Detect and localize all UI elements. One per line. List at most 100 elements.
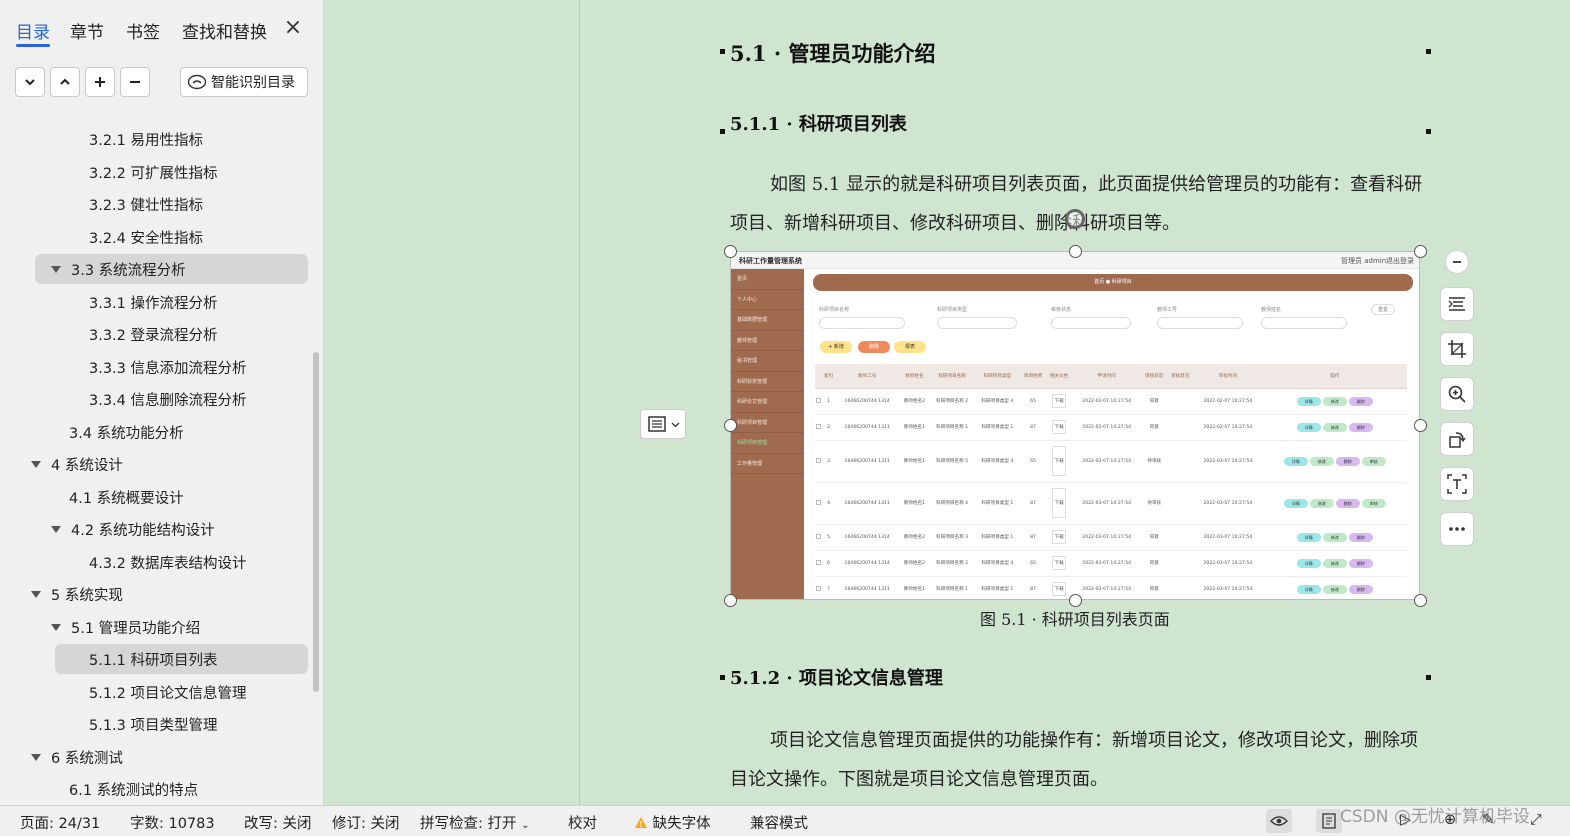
toc-item-5-1-2[interactable]: 5.1.2 项目论文信息管理 — [89, 677, 247, 707]
shot-table-cell: 87 — [1020, 524, 1047, 551]
nav-tabs: 目录 章节 书签 查找和替换 × — [0, 0, 324, 56]
toc-item-3-2-1[interactable]: 3.2.1 易用性指标 — [89, 124, 203, 154]
zoom-button[interactable] — [1440, 377, 1474, 411]
wrap-text-button[interactable] — [1440, 287, 1474, 321]
toc-label: 4 系统设计 — [51, 457, 123, 474]
shot-table-cell: 科研项目类型 4 — [974, 440, 1021, 483]
resize-handle[interactable] — [724, 245, 737, 258]
heading-bullet-mark — [720, 49, 725, 54]
toc-label: 5.1.1 科研项目列表 — [89, 652, 218, 669]
expand-caret-icon[interactable] — [31, 753, 41, 761]
toc-scrollbar[interactable] — [313, 352, 319, 692]
toc-item-4-2[interactable]: 4.2 系统功能结构设计 — [51, 514, 215, 544]
toc-label: 3.4 系统功能分析 — [69, 425, 184, 442]
resize-handle[interactable] — [1414, 419, 1427, 432]
resize-handle[interactable] — [1069, 245, 1082, 258]
figure-caption[interactable]: 图 5.1 · 科研项目列表页面 — [980, 606, 1170, 630]
toc-item-6[interactable]: 6 系统测试 — [31, 742, 123, 772]
shot-table-row: 1 16466200744 1314 教师姓名2 科研项目名称 2 科研项目类型 4 65… — [815, 388, 1407, 415]
toc-item-3-3-1[interactable]: 3.3.1 操作流程分析 — [89, 287, 218, 317]
toc-label: 3.2.3 健壮性指标 — [89, 197, 204, 214]
shot-filter-input — [1261, 317, 1347, 329]
paragraph-5-1-2[interactable]: 项目论文信息管理页面提供的功能操作有：新增项目论文，修改项目论文，删除项目论文操… — [730, 721, 1430, 799]
shot-table-cell: 教师姓名1 — [899, 482, 930, 525]
toc-item-4-1[interactable]: 4.1 系统概要设计 — [69, 482, 184, 512]
heading-5-1-1[interactable]: 5.1.1 · 科研项目列表 — [730, 110, 907, 136]
extract-text-button[interactable] — [1440, 467, 1474, 501]
page-count[interactable]: 页面: 24/31 — [20, 812, 100, 833]
paragraph-5-1-1[interactable]: 如图 5.1 显示的就是科研项目列表页面，此页面提供给管理员的功能有：查看科研项… — [730, 165, 1430, 243]
shot-table-cell: 科研项目类型 4 — [974, 550, 1021, 577]
shot-op-button: 审核 — [1361, 456, 1386, 466]
shot-table-cell: 1 — [822, 388, 836, 415]
toc-item-3-3-3[interactable]: 3.3.3 信息添加流程分析 — [89, 352, 247, 382]
embedded-screenshot[interactable]: 科研工作量管理系统 管理员 admin 退出登录 首页 个人中心 基础数据管理 … — [730, 251, 1420, 600]
expand-caret-icon[interactable] — [51, 623, 61, 631]
proofread-button[interactable]: 校对 — [568, 812, 597, 833]
overwrite-mode[interactable]: 改写: 关闭 — [244, 812, 312, 833]
expand-caret-icon[interactable] — [31, 590, 41, 598]
tab-find-replace[interactable]: 查找和替换 — [182, 18, 267, 43]
close-icon[interactable]: × — [282, 17, 304, 39]
toc-item-3-3-2[interactable]: 3.3.2 登录流程分析 — [89, 319, 218, 349]
shot-table-cell: 16466200744 1314 — [835, 388, 900, 415]
toc-item-4[interactable]: 4 系统设计 — [31, 449, 123, 479]
expand-caret-icon[interactable] — [51, 525, 61, 533]
resize-handle[interactable] — [1414, 245, 1427, 258]
heading-5-1-2[interactable]: 5.1.2 · 项目论文信息管理 — [730, 664, 943, 690]
shot-table-cell: 科研项目类型 1 — [974, 414, 1021, 441]
resize-handle[interactable] — [724, 594, 737, 607]
toc-item-3-3[interactable]: 3.3 系统流程分析 — [35, 254, 308, 284]
shot-table-cell: 65 — [1020, 550, 1047, 577]
expand-caret-icon[interactable] — [51, 265, 61, 273]
toc-item-3-2-3[interactable]: 3.2.3 健壮性指标 — [89, 189, 203, 219]
remove-heading-button[interactable] — [120, 67, 150, 97]
shot-menu-item: 科研项目管理 — [731, 413, 804, 433]
compat-mode[interactable]: 兼容模式 — [750, 812, 808, 833]
expand-button[interactable] — [50, 67, 80, 97]
smart-toc-button[interactable]: 智能识别目录 — [180, 67, 308, 97]
rotate-handle-icon[interactable] — [1065, 209, 1085, 229]
crop-button[interactable] — [1440, 332, 1474, 366]
tab-toc[interactable]: 目录 — [16, 18, 50, 43]
shot-table-cell: 87 — [1020, 576, 1047, 599]
toc-item-3-4[interactable]: 3.4 系统功能分析 — [69, 417, 184, 447]
toc-item-5-1-1[interactable]: 5.1.1 科研项目列表 — [55, 644, 308, 674]
page-view-button[interactable] — [1316, 809, 1342, 833]
missing-font-button[interactable]: 缺失字体 — [634, 812, 711, 833]
tab-chapters[interactable]: 章节 — [70, 18, 104, 43]
eye-protection-button[interactable] — [1266, 809, 1292, 833]
watermark: CSDN @无忧计算机毕设 — [1340, 807, 1530, 827]
resize-handle[interactable] — [1414, 594, 1427, 607]
shot-table-cell: 同意 — [1141, 576, 1168, 599]
shot-table-cell: 2022-03-07 10:27:54 — [1193, 440, 1263, 483]
collapse-toolbar-button[interactable] — [1445, 250, 1469, 274]
shot-table-cell: 65 — [1020, 440, 1047, 483]
expand-caret-icon[interactable] — [31, 460, 41, 468]
toc-item-4-3-2[interactable]: 4.3.2 数据库表结构设计 — [89, 547, 247, 577]
toc-item-5-1[interactable]: 5.1 管理员功能介绍 — [51, 612, 200, 642]
toc-item-5-1-3[interactable]: 5.1.3 项目类型管理 — [89, 709, 218, 739]
tab-bookmarks[interactable]: 书签 — [126, 18, 160, 43]
toc-item-5[interactable]: 5 系统实现 — [31, 579, 123, 609]
more-options-button[interactable] — [1440, 512, 1474, 546]
chevron-down-icon — [25, 79, 35, 86]
toc-label: 3.3.3 信息添加流程分析 — [89, 360, 247, 377]
rotate-button[interactable] — [1440, 422, 1474, 456]
toc-item-3-2-2[interactable]: 3.2.2 可扩展性指标 — [89, 157, 218, 187]
spell-check-status[interactable]: 拼写检查: 打开 ⌄ — [420, 812, 530, 833]
shot-table-cell: 同意 — [1141, 388, 1168, 415]
shot-col-header: 审核时间 — [1193, 364, 1263, 389]
shot-table-cell: 教师姓名1 — [899, 576, 930, 599]
fullscreen-icon[interactable]: ⤢ — [1530, 812, 1542, 828]
add-heading-button[interactable] — [85, 67, 115, 97]
toc-item-3-3-4[interactable]: 3.3.4 信息删除流程分析 — [89, 384, 247, 414]
toc-item-3-2-4[interactable]: 3.2.4 安全性指标 — [89, 222, 203, 252]
heading-5-1[interactable]: 5.1 · 管理员功能介绍 — [730, 38, 935, 68]
layout-options-button[interactable] — [640, 409, 686, 439]
collapse-button[interactable] — [15, 67, 45, 97]
resize-handle[interactable] — [724, 419, 737, 432]
word-count[interactable]: 字数: 10783 — [130, 812, 215, 833]
track-changes-status[interactable]: 修订: 关闭 — [332, 812, 400, 833]
toc-item-6-1[interactable]: 6.1 系统测试的特点 — [69, 774, 198, 804]
